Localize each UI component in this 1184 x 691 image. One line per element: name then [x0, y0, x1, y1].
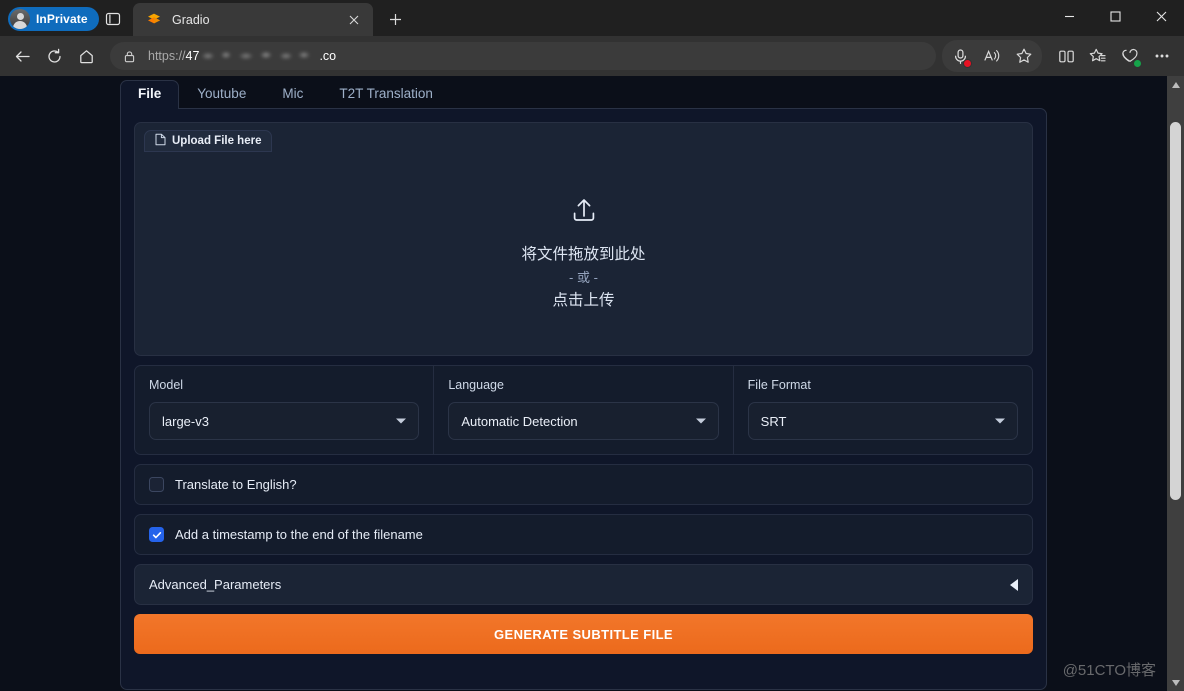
- watermark-text: @51CTO博客: [1062, 662, 1156, 679]
- tab-actions-icon[interactable]: [98, 8, 128, 30]
- file-icon: [155, 133, 166, 149]
- timestamp-checkbox-label: Add a timestamp to the end of the filena…: [175, 527, 423, 542]
- window-controls: [1046, 0, 1184, 32]
- file-tab-panel: Upload File here 将文件拖放到此处 - 或 - 点击上传 Mod…: [120, 108, 1047, 690]
- browser-tab-title: Gradio: [172, 12, 210, 27]
- tab-mic[interactable]: Mic: [264, 80, 321, 109]
- settings-row: Model large-v3 Language Automatic Detect…: [134, 365, 1033, 455]
- maximize-icon[interactable]: [1092, 0, 1138, 32]
- close-window-icon[interactable]: [1138, 0, 1184, 32]
- url-redacted-blur: [200, 50, 319, 61]
- gradio-app: File Youtube Mic T2T Translation Upload …: [120, 76, 1047, 691]
- checkbox-row-timestamp[interactable]: Add a timestamp to the end of the filena…: [134, 514, 1033, 555]
- triangle-left-icon[interactable]: [1010, 578, 1018, 591]
- inprivate-label: InPrivate: [36, 12, 88, 26]
- model-label: Model: [149, 378, 184, 392]
- timestamp-checkbox[interactable]: [149, 527, 164, 542]
- checkbox-row-translate[interactable]: Translate to English?: [134, 464, 1033, 505]
- browser-essentials-icon[interactable]: [1114, 40, 1146, 72]
- browser-tab-gradio[interactable]: Gradio: [133, 3, 373, 36]
- page-viewport: File Youtube Mic T2T Translation Upload …: [0, 76, 1184, 691]
- upload-file-here-pill[interactable]: Upload File here: [144, 130, 273, 152]
- dropzone-line-2: 点击上传: [552, 291, 615, 309]
- address-bar[interactable]: https://47 .co: [110, 42, 936, 70]
- translate-checkbox-label: Translate to English?: [175, 477, 297, 492]
- inprivate-profile-button[interactable]: InPrivate: [8, 7, 99, 31]
- close-icon[interactable]: [343, 9, 365, 31]
- chevron-down-icon: [994, 418, 1005, 424]
- lock-icon: [120, 47, 138, 65]
- dropzone-or: - 或 -: [569, 269, 598, 285]
- scroll-up-arrow-icon[interactable]: [1167, 76, 1184, 93]
- tab-file-label: File: [138, 86, 162, 101]
- advanced-parameters-accordion[interactable]: Advanced_Parameters: [134, 564, 1033, 605]
- browser-toolbar: https://47 .co: [0, 36, 1184, 76]
- upload-arrow-icon: [570, 196, 598, 229]
- favorite-star-icon[interactable]: [1008, 40, 1040, 72]
- file-format-label: File Format: [747, 378, 811, 392]
- tab-mic-label: Mic: [282, 86, 304, 101]
- language-dropdown[interactable]: Automatic Detection: [448, 402, 719, 440]
- tab-file[interactable]: File: [120, 80, 180, 109]
- model-value: large-v3: [162, 413, 209, 429]
- tab-youtube[interactable]: Youtube: [179, 80, 264, 109]
- dropzone[interactable]: 将文件拖放到此处 - 或 - 点击上传: [135, 153, 1032, 355]
- split-screen-icon[interactable]: [1050, 40, 1082, 72]
- dropzone-line-1: 将文件拖放到此处: [521, 245, 646, 263]
- generate-button-label: GENERATE SUBTITLE FILE: [493, 626, 673, 642]
- microphone-icon[interactable]: [944, 40, 976, 72]
- read-aloud-icon[interactable]: [976, 40, 1008, 72]
- gradio-logo-icon: [146, 12, 162, 28]
- tabstrip: Gradio: [133, 3, 410, 36]
- language-value: Automatic Detection: [461, 413, 578, 429]
- refresh-icon[interactable]: [38, 40, 70, 72]
- upload-file-here-label: Upload File here: [172, 135, 262, 147]
- translate-checkbox[interactable]: [149, 477, 164, 492]
- chevron-down-icon: [396, 418, 407, 424]
- model-dropdown[interactable]: large-v3: [149, 402, 420, 440]
- scroll-down-arrow-icon[interactable]: [1167, 674, 1184, 691]
- app-tabs: File Youtube Mic T2T Translation: [120, 76, 1047, 109]
- browser-titlebar: InPrivate Gradio: [0, 0, 1184, 36]
- minimize-icon[interactable]: [1046, 0, 1092, 32]
- chevron-down-icon: [695, 418, 706, 424]
- file-upload-block[interactable]: Upload File here 将文件拖放到此处 - 或 - 点击上传: [134, 122, 1033, 356]
- page-scrollbar-thumb[interactable]: [1170, 122, 1181, 500]
- browser-window: InPrivate Gradio https://47 .co File You…: [0, 0, 1184, 691]
- avatar: [10, 9, 30, 29]
- watermark: @51CTO博客: [1063, 659, 1156, 680]
- settings-more-icon[interactable]: [1146, 40, 1178, 72]
- tab-t2t-label: T2T Translation: [339, 86, 433, 101]
- tab-youtube-label: Youtube: [197, 86, 247, 101]
- language-label: Language: [448, 378, 504, 392]
- essentials-status-badge: [1133, 59, 1142, 68]
- field-language: Language Automatic Detection: [433, 366, 732, 454]
- field-file-format: File Format SRT: [732, 366, 1032, 454]
- back-arrow-icon[interactable]: [6, 40, 38, 72]
- home-icon[interactable]: [70, 40, 102, 72]
- microphone-blocked-badge: [963, 59, 972, 68]
- generate-subtitle-file-button[interactable]: GENERATE SUBTITLE FILE: [134, 614, 1033, 654]
- tab-t2t-translation[interactable]: T2T Translation: [321, 80, 451, 109]
- collections-icon[interactable]: [1082, 40, 1114, 72]
- url-suffix: .co: [319, 49, 337, 63]
- field-model: Model large-v3: [135, 366, 433, 454]
- page-scrollbar[interactable]: [1167, 76, 1184, 691]
- advanced-parameters-label: Advanced_Parameters: [149, 577, 282, 592]
- toolbar-right-icons: [942, 40, 1178, 72]
- new-tab-button[interactable]: [380, 4, 410, 34]
- url-visible-start: 47: [185, 49, 200, 63]
- file-format-value: SRT: [760, 413, 787, 429]
- file-format-dropdown[interactable]: SRT: [747, 402, 1018, 440]
- address-bar-url: https://47 .co: [148, 49, 337, 63]
